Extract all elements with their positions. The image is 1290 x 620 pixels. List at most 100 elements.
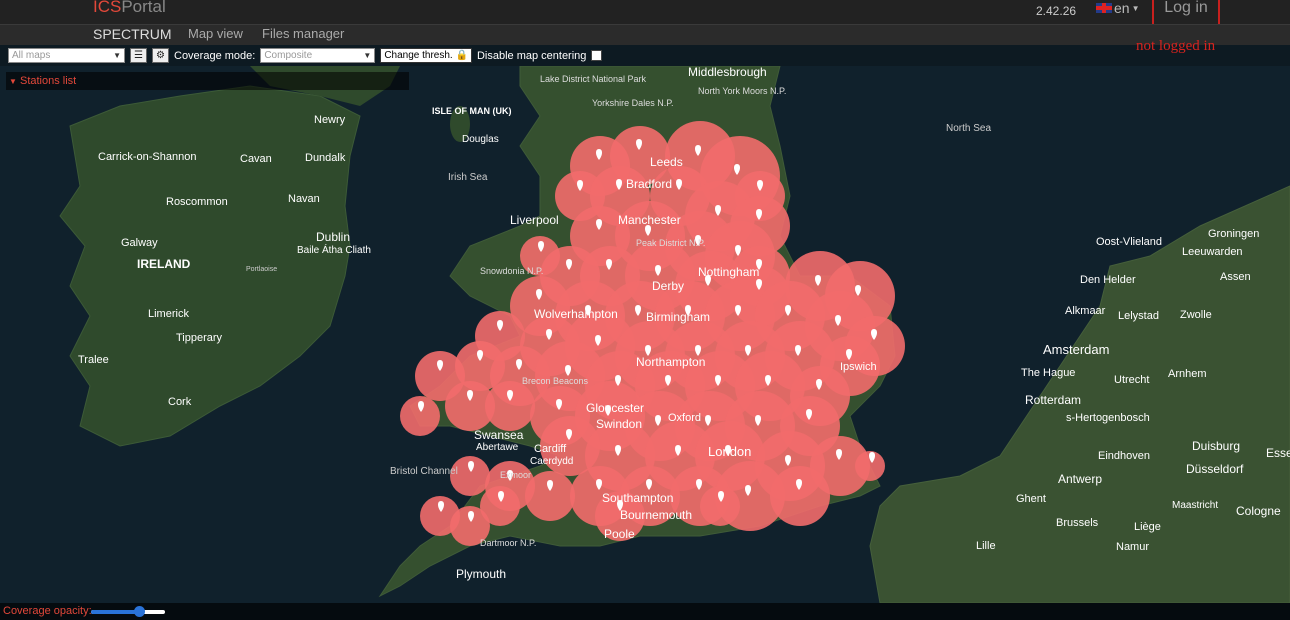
map-label: Zwolle [1180, 309, 1212, 321]
nav-map-view[interactable]: Map view [188, 26, 243, 41]
map-label: Dublin [316, 230, 350, 244]
map-label: Maastricht [1172, 500, 1218, 511]
coverage-opacity-label: Coverage opacity: [3, 605, 92, 617]
slider-fill [91, 610, 140, 614]
map-label: Düsseldorf [1186, 462, 1244, 476]
map-label: Newry [314, 114, 346, 126]
map-label: Lelystad [1118, 310, 1159, 322]
not-logged-in-annotation: not logged in [1136, 38, 1216, 54]
caret-down-icon: ▼ [1131, 3, 1140, 13]
map-label: Portlaoise [246, 266, 277, 273]
map-label: Liège [1134, 521, 1161, 533]
map-label: Cork [168, 396, 192, 408]
maps-select[interactable]: All maps ▼ [8, 48, 125, 63]
map-label: Namur [1116, 541, 1149, 553]
map-label: Ipswich [840, 361, 877, 373]
map-label: Nottingham [698, 265, 759, 279]
caret-down-icon: ▼ [9, 77, 17, 86]
map-label: Swindon [596, 417, 642, 431]
map-label: Snowdonia N.P. [480, 266, 543, 276]
coverage-mode-label: Coverage mode: [174, 49, 256, 62]
map-label: Peak District N.P. [636, 238, 705, 248]
coverage-area [525, 471, 575, 521]
login-button[interactable]: Log in [1152, 0, 1220, 26]
map-label: Rotterdam [1025, 393, 1081, 407]
map-label: The Hague [1021, 367, 1075, 379]
map-label: Carrick-on-Shannon [98, 151, 196, 163]
map-label: Northampton [636, 355, 705, 369]
main-nav: SPECTRUM Map view Files manager [0, 24, 1290, 45]
map-label: Gloucester [586, 401, 644, 415]
logo-portal: Portal [121, 0, 166, 16]
chevron-down-icon: ▼ [363, 51, 372, 60]
map-label: Limerick [148, 308, 189, 320]
disable-centering-checkbox[interactable] [591, 50, 603, 61]
list-icon[interactable]: ☰ [130, 48, 147, 63]
map-label: Caerdydd [530, 456, 573, 467]
map-label: Dartmoor N.P. [480, 538, 536, 548]
map-label: Poole [604, 527, 635, 541]
map-label: Den Helder [1080, 274, 1136, 286]
map-label: Leeuwarden [1182, 246, 1243, 258]
map-label: Utrecht [1114, 374, 1149, 386]
map-label: North York Moors N.P. [698, 86, 786, 96]
nav-spectrum[interactable]: SPECTRUM [93, 26, 172, 42]
map-label: Galway [121, 237, 158, 249]
map-label: Manchester [618, 213, 681, 227]
map-label: ISLE OF MAN (UK) [432, 106, 512, 116]
map-label: Groningen [1208, 228, 1259, 240]
map-label: Oxford [668, 412, 701, 424]
map-label: Plymouth [456, 567, 506, 581]
map-label: s-Hertogenbosch [1066, 412, 1150, 424]
slider-knob[interactable] [134, 606, 146, 617]
map-label: Essen [1266, 446, 1290, 460]
coverage-opacity-slider[interactable] [91, 606, 165, 617]
map-label: Eindhoven [1098, 450, 1150, 462]
map-label: Irish Sea [448, 172, 488, 183]
map-toolbar: All maps ▼ ☰ ⚙ Coverage mode: Composite ▼ … [8, 48, 603, 63]
map-label: Arnhem [1168, 368, 1207, 380]
map-label: Ghent [1016, 493, 1046, 505]
map-label: Cardiff [534, 443, 567, 455]
map-label: Bournemouth [620, 508, 692, 522]
map-label: Swansea [474, 428, 524, 442]
map-label: Brecon Beacons [522, 376, 589, 386]
map-label: Lille [976, 540, 996, 552]
coverage-mode-value: Composite [264, 50, 313, 61]
map-label: Tipperary [176, 332, 223, 344]
top-bar: ICSPortal 2.42.26 en ▼ Log in [0, 0, 1290, 26]
app-logo[interactable]: ICSPortal [93, 0, 166, 17]
coverage-area [770, 466, 830, 526]
maps-select-value: All maps [12, 50, 51, 61]
bottom-bar: Coverage opacity: [0, 603, 1290, 620]
map-label: Bristol Channel [390, 466, 458, 477]
nav-files-manager[interactable]: Files manager [262, 26, 344, 41]
map-label: Abertawe [476, 442, 519, 453]
map-label: Lake District National Park [540, 74, 647, 84]
map-label: London [708, 444, 751, 459]
map-label: Brussels [1056, 517, 1099, 529]
map-label: Birmingham [646, 310, 710, 324]
map-label: Yorkshire Dales N.P. [592, 98, 674, 108]
lock-icon: 🔒 [455, 50, 468, 61]
change-thresh-label: Change thresh. [384, 50, 453, 61]
gear-icon[interactable]: ⚙ [152, 48, 169, 63]
map-label: Tralee [78, 354, 109, 366]
language-dropdown[interactable]: en ▼ [1096, 0, 1140, 16]
stations-list-toggle[interactable]: ▼ Stations list [6, 72, 409, 90]
map-label: Leeds [650, 155, 683, 169]
map-label: Dundalk [305, 152, 346, 164]
map-label: Duisburg [1192, 439, 1240, 453]
coverage-mode-select[interactable]: Composite ▼ [260, 48, 376, 63]
language-code: en [1114, 0, 1130, 16]
map-label: Southampton [602, 491, 673, 505]
version-label: 2.42.26 [1036, 4, 1077, 18]
map-label: Wolverhampton [534, 307, 618, 321]
map-label: Cavan [240, 153, 272, 165]
chevron-down-icon: ▼ [113, 51, 121, 60]
logo-ics: ICS [93, 0, 122, 16]
coverage-map[interactable]: Middlesbrough Lake District National Par… [0, 66, 1290, 603]
change-thresh-button[interactable]: Change thresh. 🔒 [380, 48, 472, 63]
map-label: Liverpool [510, 213, 559, 227]
uk-flag-icon [1096, 3, 1112, 13]
